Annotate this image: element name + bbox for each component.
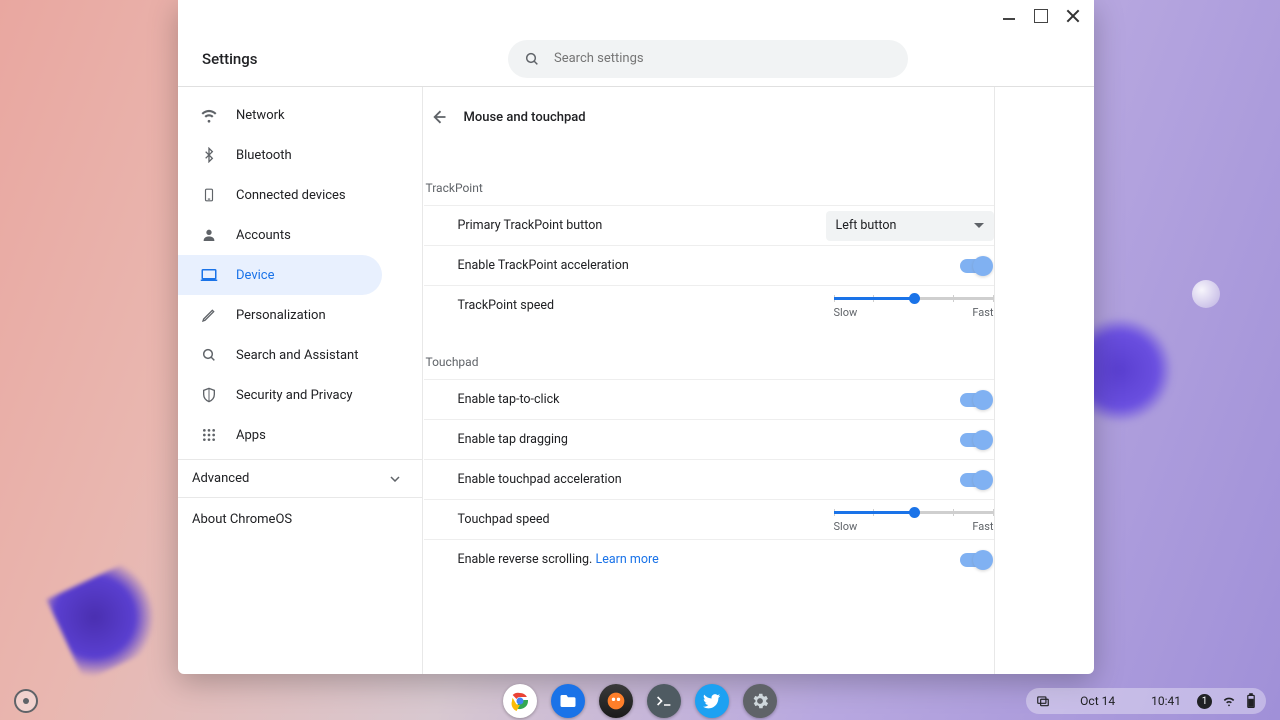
close-button[interactable] bbox=[1066, 9, 1080, 23]
twitter-app-icon[interactable] bbox=[695, 684, 729, 718]
setting-label: Touchpad speed bbox=[458, 512, 550, 527]
setting-label: Enable tap dragging bbox=[458, 432, 568, 447]
row-tap-dragging: Enable tap dragging bbox=[424, 419, 994, 459]
slider-fast-label: Fast bbox=[972, 306, 993, 319]
tap-dragging-toggle[interactable] bbox=[960, 433, 990, 447]
trackpoint-accel-toggle[interactable] bbox=[960, 259, 990, 273]
slider-slow-label: Slow bbox=[834, 520, 858, 533]
maximize-button[interactable] bbox=[1034, 9, 1048, 23]
row-primary-trackpoint-button: Primary TrackPoint button Left button bbox=[424, 205, 994, 245]
sidebar-item-label: Personalization bbox=[236, 308, 326, 323]
sidebar-item-apps[interactable]: Apps bbox=[178, 415, 382, 455]
sidebar-item-label: Search and Assistant bbox=[236, 348, 359, 363]
setting-label: Enable tap-to-click bbox=[458, 392, 560, 407]
sidebar-item-connected[interactable]: Connected devices bbox=[178, 175, 382, 215]
wifi-tray-icon bbox=[1222, 694, 1236, 708]
setting-label: Enable touchpad acceleration bbox=[458, 472, 622, 487]
reverse-scrolling-toggle[interactable] bbox=[960, 553, 990, 567]
trackpoint-speed-slider[interactable] bbox=[834, 297, 994, 300]
chrome-app-icon[interactable] bbox=[503, 684, 537, 718]
slider-slow-label: Slow bbox=[834, 306, 858, 319]
setting-label: Enable reverse scrolling. Learn more bbox=[458, 552, 659, 567]
app-icon-3[interactable] bbox=[599, 684, 633, 718]
row-trackpoint-speed: TrackPoint speed Slow Fast bbox=[424, 285, 994, 325]
page-title: Mouse and touchpad bbox=[464, 110, 586, 125]
laptop-icon bbox=[200, 266, 218, 284]
sidebar-item-search-assistant[interactable]: Search and Assistant bbox=[178, 335, 382, 375]
sidebar-item-label: Connected devices bbox=[236, 188, 346, 203]
minimize-button[interactable] bbox=[1002, 9, 1016, 23]
setting-label: TrackPoint speed bbox=[458, 298, 555, 313]
overview-icon[interactable] bbox=[1036, 694, 1050, 708]
apps-grid-icon bbox=[200, 426, 218, 444]
files-app-icon[interactable] bbox=[551, 684, 585, 718]
notification-badge[interactable]: 1 bbox=[1197, 694, 1212, 709]
main-content: Mouse and touchpad TrackPoint Primary Tr… bbox=[423, 87, 994, 674]
tap-to-click-toggle[interactable] bbox=[960, 393, 990, 407]
sidebar-item-network[interactable]: Network bbox=[178, 95, 382, 135]
row-tap-to-click: Enable tap-to-click bbox=[424, 379, 994, 419]
settings-app-icon[interactable] bbox=[743, 684, 777, 718]
shelf: Oct 14 10:41 1 bbox=[0, 682, 1280, 720]
dropdown-value: Left button bbox=[836, 218, 897, 233]
sidebar: Network Bluetooth Connected devices Acco… bbox=[178, 87, 423, 674]
sidebar-item-label: Device bbox=[236, 268, 275, 283]
search-box[interactable] bbox=[508, 40, 908, 78]
pencil-icon bbox=[200, 306, 218, 324]
search-icon bbox=[200, 346, 218, 364]
wallpaper-decoration bbox=[1192, 280, 1220, 308]
sidebar-about[interactable]: About ChromeOS bbox=[178, 497, 422, 541]
search-icon bbox=[524, 51, 540, 67]
search-input[interactable] bbox=[554, 51, 892, 66]
advanced-label: Advanced bbox=[192, 471, 249, 486]
sidebar-item-label: Bluetooth bbox=[236, 148, 292, 163]
settings-header: Settings bbox=[178, 32, 1094, 86]
desktop-wallpaper: Settings Network Bluetooth bbox=[0, 0, 1280, 720]
row-trackpoint-accel: Enable TrackPoint acceleration bbox=[424, 245, 994, 285]
touchpad-speed-slider[interactable] bbox=[834, 511, 994, 514]
touchpad-accel-toggle[interactable] bbox=[960, 473, 990, 487]
person-icon bbox=[200, 226, 218, 244]
primary-button-dropdown[interactable]: Left button bbox=[826, 211, 994, 241]
wallpaper-decoration bbox=[47, 549, 194, 681]
sidebar-item-bluetooth[interactable]: Bluetooth bbox=[178, 135, 382, 175]
sidebar-item-personalization[interactable]: Personalization bbox=[178, 295, 382, 335]
app-title: Settings bbox=[202, 50, 502, 68]
shelf-apps bbox=[503, 684, 777, 718]
tray-date: Oct 14 bbox=[1074, 692, 1121, 710]
battery-tray-icon bbox=[1246, 693, 1256, 709]
sidebar-item-label: Security and Privacy bbox=[236, 388, 353, 403]
row-touchpad-accel: Enable touchpad acceleration bbox=[424, 459, 994, 499]
group-label-trackpoint: TrackPoint bbox=[426, 181, 994, 195]
settings-window: Settings Network Bluetooth bbox=[178, 0, 1094, 674]
setting-label: Enable TrackPoint acceleration bbox=[458, 258, 629, 273]
status-tray[interactable]: Oct 14 10:41 1 bbox=[1026, 688, 1266, 714]
sidebar-advanced[interactable]: Advanced bbox=[178, 459, 422, 497]
learn-more-link[interactable]: Learn more bbox=[595, 552, 658, 567]
window-titlebar bbox=[178, 0, 1094, 32]
setting-label: Primary TrackPoint button bbox=[458, 218, 603, 233]
sidebar-item-label: Apps bbox=[236, 428, 266, 443]
right-gutter bbox=[994, 87, 1094, 674]
back-button[interactable] bbox=[428, 107, 448, 127]
sidebar-item-accounts[interactable]: Accounts bbox=[178, 215, 382, 255]
shield-icon bbox=[200, 386, 218, 404]
slider-fast-label: Fast bbox=[972, 520, 993, 533]
sidebar-item-label: Accounts bbox=[236, 228, 291, 243]
sidebar-item-security[interactable]: Security and Privacy bbox=[178, 375, 382, 415]
terminal-app-icon[interactable] bbox=[647, 684, 681, 718]
launcher-button[interactable] bbox=[14, 689, 38, 713]
phone-icon bbox=[200, 186, 218, 204]
bluetooth-icon bbox=[200, 146, 218, 164]
wifi-icon bbox=[200, 106, 218, 124]
tray-time: 10:41 bbox=[1145, 692, 1187, 710]
sidebar-item-device[interactable]: Device bbox=[178, 255, 382, 295]
row-reverse-scrolling: Enable reverse scrolling. Learn more bbox=[424, 539, 994, 579]
about-label: About ChromeOS bbox=[192, 512, 292, 527]
sidebar-item-label: Network bbox=[236, 108, 285, 123]
group-label-touchpad: Touchpad bbox=[426, 355, 994, 369]
row-touchpad-speed: Touchpad speed Slow Fast bbox=[424, 499, 994, 539]
chevron-down-icon bbox=[390, 476, 400, 482]
caret-down-icon bbox=[974, 223, 984, 228]
